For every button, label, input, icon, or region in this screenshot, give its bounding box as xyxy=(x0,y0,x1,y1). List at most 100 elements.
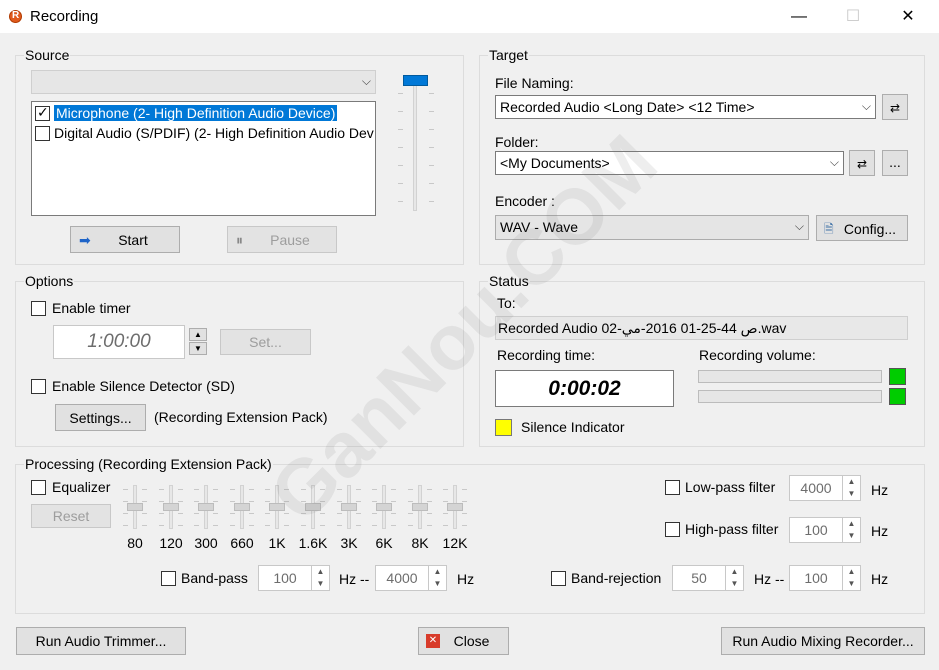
bandrejection-low-stepper[interactable]: 50 ▲ ▼ xyxy=(672,565,744,591)
bandrejection-checkbox[interactable] xyxy=(551,571,566,586)
eq-tick xyxy=(142,489,147,490)
file-naming-select[interactable]: Recorded Audio <Long Date> <12 Time> ⌵ xyxy=(495,95,876,119)
maximize-button[interactable]: ☐ xyxy=(830,0,876,33)
swap-naming-button[interactable]: ⇄ xyxy=(882,94,908,120)
eq-tick xyxy=(462,513,467,514)
input-volume-slider[interactable] xyxy=(396,71,436,211)
run-audio-mixing-recorder-button[interactable]: Run Audio Mixing Recorder... xyxy=(721,627,925,655)
chevron-down-icon[interactable]: ▼ xyxy=(842,488,860,501)
chevron-down-icon[interactable]: ▼ xyxy=(842,578,860,591)
eq-tick xyxy=(213,489,218,490)
close-window-button[interactable]: ✕ xyxy=(885,0,931,33)
extension-pack-note: (Recording Extension Pack) xyxy=(154,409,328,425)
eq-tick xyxy=(391,513,396,514)
eq-tick xyxy=(230,525,235,526)
eq-tick xyxy=(213,501,218,502)
eq-tick xyxy=(408,489,413,490)
eq-tick xyxy=(427,525,432,526)
bandpass-checkbox[interactable] xyxy=(161,571,176,586)
chevron-down-icon[interactable]: ▼ xyxy=(725,578,743,591)
silence-indicator-label: Silence Indicator xyxy=(521,419,625,435)
highpass-stepper[interactable]: 100 ▲ ▼ xyxy=(789,517,861,543)
enable-timer-checkbox[interactable] xyxy=(31,301,46,316)
silence-detector-checkbox[interactable] xyxy=(31,379,46,394)
reset-eq-button[interactable]: Reset xyxy=(31,504,111,528)
eq-band-label: 1.6K xyxy=(298,535,328,551)
document-icon: 🗎 xyxy=(824,222,834,236)
arrow-right-icon: ➡ xyxy=(79,232,91,248)
list-item[interactable]: Digital Audio (S/PDIF) (2- High Definiti… xyxy=(34,125,374,143)
eq-tick xyxy=(249,513,254,514)
eq-tick xyxy=(230,513,235,514)
app-icon xyxy=(9,10,22,23)
chevron-down-icon[interactable]: ▼ xyxy=(842,530,860,543)
lowpass-checkbox[interactable] xyxy=(665,480,680,495)
browse-folder-button[interactable]: ... xyxy=(882,150,908,176)
set-timer-button[interactable]: Set... xyxy=(220,329,311,355)
settings-button[interactable]: Settings... xyxy=(55,404,146,431)
eq-tick xyxy=(356,525,361,526)
eq-tick xyxy=(443,525,448,526)
eq-slider-thumb[interactable] xyxy=(269,503,285,511)
eq-band-label: 3K xyxy=(340,535,358,551)
eq-band-label: 300 xyxy=(194,535,218,551)
close-button[interactable]: ✕ Close xyxy=(418,627,509,655)
list-item[interactable]: Microphone (2- High Definition Audio Dev… xyxy=(34,104,374,123)
eq-band-label: 8K xyxy=(411,535,429,551)
eq-tick xyxy=(427,501,432,502)
eq-tick xyxy=(178,525,183,526)
eq-tick xyxy=(284,525,289,526)
eq-slider-thumb[interactable] xyxy=(305,503,321,511)
chevron-down-icon[interactable]: ▼ xyxy=(428,578,446,591)
eq-tick xyxy=(265,501,270,502)
eq-slider-thumb[interactable] xyxy=(412,503,428,511)
device-checkbox[interactable] xyxy=(35,126,50,141)
eq-tick xyxy=(301,513,306,514)
start-button[interactable]: ➡ Start xyxy=(70,226,180,253)
eq-slider-thumb[interactable] xyxy=(447,503,463,511)
eq-tick xyxy=(249,525,254,526)
encoder-select[interactable]: WAV - Wave ⌵ xyxy=(495,215,809,240)
eq-slider-thumb[interactable] xyxy=(341,503,357,511)
highpass-hz: Hz xyxy=(871,523,889,539)
eq-slider-thumb[interactable] xyxy=(127,503,143,511)
eq-tick xyxy=(265,513,270,514)
timer-up-button[interactable]: ▲ xyxy=(189,328,207,341)
device-list[interactable]: Microphone (2- High Definition Audio Dev… xyxy=(31,101,376,216)
window-title: Recording xyxy=(30,8,99,25)
eq-tick xyxy=(408,525,413,526)
eq-tick xyxy=(356,501,361,502)
equalizer-checkbox[interactable] xyxy=(31,480,46,495)
title-bar: Recording — ☐ ✕ xyxy=(0,0,939,33)
eq-tick xyxy=(320,489,325,490)
bandrejection-hz: Hz xyxy=(871,571,889,587)
source-device-select[interactable]: ⌵ xyxy=(31,70,376,94)
slider-thumb[interactable] xyxy=(403,75,428,86)
pause-button[interactable]: ⏸ Pause xyxy=(227,226,337,253)
eq-tick xyxy=(372,525,377,526)
bandpass-hz: Hz xyxy=(457,571,475,587)
swap-folder-button[interactable]: ⇄ xyxy=(849,150,875,176)
eq-tick xyxy=(123,501,128,502)
eq-slider-thumb[interactable] xyxy=(198,503,214,511)
processing-group-label: Processing (Recording Extension Pack) xyxy=(24,456,273,472)
timer-display[interactable]: 1:00:00 xyxy=(53,325,185,359)
eq-slider-thumb[interactable] xyxy=(163,503,179,511)
status-group-label: Status xyxy=(488,273,530,289)
config-button[interactable]: 🗎 Config... xyxy=(816,215,908,241)
highpass-checkbox[interactable] xyxy=(665,522,680,537)
device-checkbox[interactable] xyxy=(35,104,50,121)
eq-slider-thumb[interactable] xyxy=(376,503,392,511)
timer-down-button[interactable]: ▼ xyxy=(189,342,207,355)
folder-select[interactable]: <My Documents> ⌵ xyxy=(495,151,844,175)
eq-slider-thumb[interactable] xyxy=(234,503,250,511)
lowpass-stepper[interactable]: 4000 ▲ ▼ xyxy=(789,475,861,501)
bandrejection-high-stepper[interactable]: 100 ▲ ▼ xyxy=(789,565,861,591)
chevron-down-icon: ⌵ xyxy=(361,74,371,88)
minimize-button[interactable]: — xyxy=(776,0,822,33)
chevron-down-icon[interactable]: ▼ xyxy=(311,578,329,591)
bandpass-low-stepper[interactable]: 100 ▲ ▼ xyxy=(258,565,330,591)
source-group-label: Source xyxy=(24,47,71,63)
bandpass-high-stepper[interactable]: 4000 ▲ ▼ xyxy=(375,565,447,591)
run-audio-trimmer-button[interactable]: Run Audio Trimmer... xyxy=(16,627,186,655)
